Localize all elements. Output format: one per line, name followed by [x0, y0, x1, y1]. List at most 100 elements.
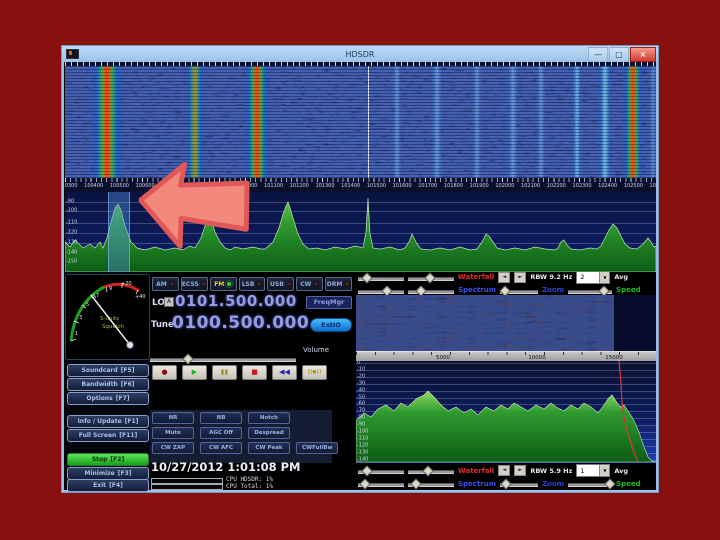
brightness-slider[interactable] [358, 465, 404, 477]
titlebar[interactable]: HDSDR — □ × [62, 46, 658, 62]
speed-slider[interactable] [568, 478, 616, 490]
dropdown-arrow-icon[interactable]: ▼ [599, 271, 610, 283]
nb-button[interactable]: NB [200, 412, 242, 424]
lo-lock-icon[interactable]: A [164, 297, 174, 307]
zoom-slider[interactable] [499, 478, 539, 490]
mode-button-ecss[interactable]: ECSS [180, 277, 208, 291]
brightness-slider[interactable] [358, 271, 404, 284]
audio-spectrum-controls: Waterfall ◄ ► RBW 5.9 Hz 1 ▼ Avg Spectrum Zoom Sp… [356, 464, 656, 490]
freqmgr-button[interactable]: FreqMgr [306, 296, 352, 309]
slider-thumb[interactable] [361, 271, 373, 284]
button-label: Minimize [84, 470, 115, 477]
db-tick-label: -100 [66, 207, 78, 214]
freq-tick-label: 102000 [495, 183, 515, 189]
contrast-slider[interactable] [408, 465, 454, 477]
mode-indicator-dot [285, 281, 292, 287]
max-level-slider[interactable] [408, 284, 454, 297]
tuning-highlight[interactable] [108, 192, 130, 272]
slider-thumb[interactable] [361, 465, 373, 477]
slider-thumb[interactable] [603, 478, 616, 490]
slider-thumb[interactable] [422, 465, 434, 477]
agc-off-button[interactable]: AGC Off [200, 427, 242, 439]
options-button[interactable]: Options [F7] [67, 392, 149, 405]
min-level-slider[interactable] [358, 478, 404, 490]
meter-scale-9: 9 [109, 286, 112, 292]
pause-button[interactable]: ▮▮ [212, 365, 237, 380]
minimize-window-button[interactable]: — [588, 47, 608, 62]
audio-db-tick-label: -80 [357, 414, 366, 421]
nr-button[interactable]: NR [152, 412, 194, 424]
play-button[interactable]: ▶ [182, 365, 207, 380]
hdsdr-window: HDSDR — □ × 1003001004001005001006001007… [62, 46, 658, 492]
dropdown-arrow-icon[interactable]: ▼ [599, 465, 610, 476]
tune-frequency-value[interactable]: 0100.500.000 [172, 313, 309, 333]
avg-label: Avg [614, 466, 629, 475]
extio-button[interactable]: ExtIO [310, 318, 352, 332]
cwfullbw-button[interactable]: CWFullBw [296, 442, 338, 454]
db-tick-label: -150 [66, 258, 78, 265]
record-button[interactable]: ● [152, 365, 177, 380]
audio-db-tick-label: -60 [357, 401, 366, 408]
max-level-slider[interactable] [408, 478, 454, 490]
lo-frequency-value[interactable]: 0101.500.000 [175, 292, 297, 310]
cw-zap-button[interactable]: CW ZAP [152, 442, 194, 454]
bandwidth-button[interactable]: Bandwidth [F6] [67, 378, 149, 391]
soundcard-button[interactable]: Soundcard [F5] [67, 364, 149, 377]
avg-select[interactable]: 2 ▼ [576, 270, 611, 284]
mode-button-cw[interactable]: CW [296, 277, 324, 291]
avg-select[interactable]: 1 ▼ [576, 464, 611, 477]
spin-left-button[interactable]: ◄ [498, 465, 511, 476]
audio-spectrum-display[interactable]: 0 -10 -20 -30 -40 -50 -60 -70 -80 -90 -100 -110 -120… [356, 361, 656, 463]
rf-button[interactable]: ((●)) [302, 365, 327, 380]
audio-db-tick-label: -20 [357, 373, 366, 380]
waterfall-signal-band [473, 66, 481, 178]
audio-waterfall-display[interactable] [356, 295, 656, 351]
waterfall-signal-band [537, 66, 545, 178]
maximize-window-button[interactable]: □ [609, 47, 629, 62]
despread-button[interactable]: Despread [248, 427, 290, 439]
spin-left-button[interactable]: ◄ [498, 271, 511, 283]
slider-thumb[interactable] [499, 478, 512, 490]
mode-label: AM [156, 280, 167, 288]
stop-button[interactable]: Stop [F2] [67, 453, 149, 466]
avg-label: Avg [614, 273, 629, 281]
mode-button-drm[interactable]: DRM [325, 277, 352, 291]
freq-tick-label: 100500 [109, 183, 129, 189]
stop-playback-button[interactable]: ■ [242, 365, 267, 380]
notch-button[interactable]: Notch [248, 412, 290, 424]
waterfall-signal-band [367, 66, 369, 178]
contrast-slider[interactable] [408, 271, 454, 284]
cw-afc-button[interactable]: CW AFC [200, 442, 242, 454]
freq-tick-label: 102100 [521, 183, 541, 189]
button-label: Options [86, 395, 113, 402]
volume-slider[interactable] [150, 353, 296, 365]
slider-thumb[interactable] [358, 478, 371, 490]
rewind-button[interactable]: ◀◀ [272, 365, 297, 380]
speed-slider[interactable] [568, 284, 613, 297]
mode-label: CW [300, 280, 312, 288]
exit-button[interactable]: Exit [F4] [67, 479, 149, 492]
fullscreen-button[interactable]: Full Screen [F11] [67, 429, 149, 442]
close-window-button[interactable]: × [630, 47, 656, 62]
min-level-slider[interactable] [358, 284, 404, 297]
mode-button-fm[interactable]: FM [209, 277, 237, 291]
zoom-slider[interactable] [499, 284, 539, 297]
mode-button-lsb[interactable]: LSB [238, 277, 266, 291]
spectrum-label: Spectrum [458, 286, 497, 294]
waterfall-signal-band [245, 66, 269, 178]
mode-button-am[interactable]: AM [152, 277, 179, 291]
waterfall-signal-band [508, 66, 518, 178]
mode-indicator-dot [256, 281, 263, 287]
zoom-label: Zoom [542, 479, 565, 488]
mode-button-usb[interactable]: USB [267, 277, 295, 291]
slider-thumb[interactable] [410, 478, 422, 490]
slider-thumb[interactable] [424, 271, 436, 284]
mode-label: FM [214, 280, 225, 288]
info-update-button[interactable]: Info / Update [F1] [67, 415, 149, 428]
spin-right-button[interactable]: ► [514, 271, 527, 283]
waterfall-signal-band [432, 66, 442, 178]
mute-button[interactable]: Mute [152, 427, 194, 439]
cw-peak-button[interactable]: CW Peak [248, 442, 290, 454]
button-label: Full Screen [78, 432, 117, 439]
spin-right-button[interactable]: ► [514, 465, 527, 476]
